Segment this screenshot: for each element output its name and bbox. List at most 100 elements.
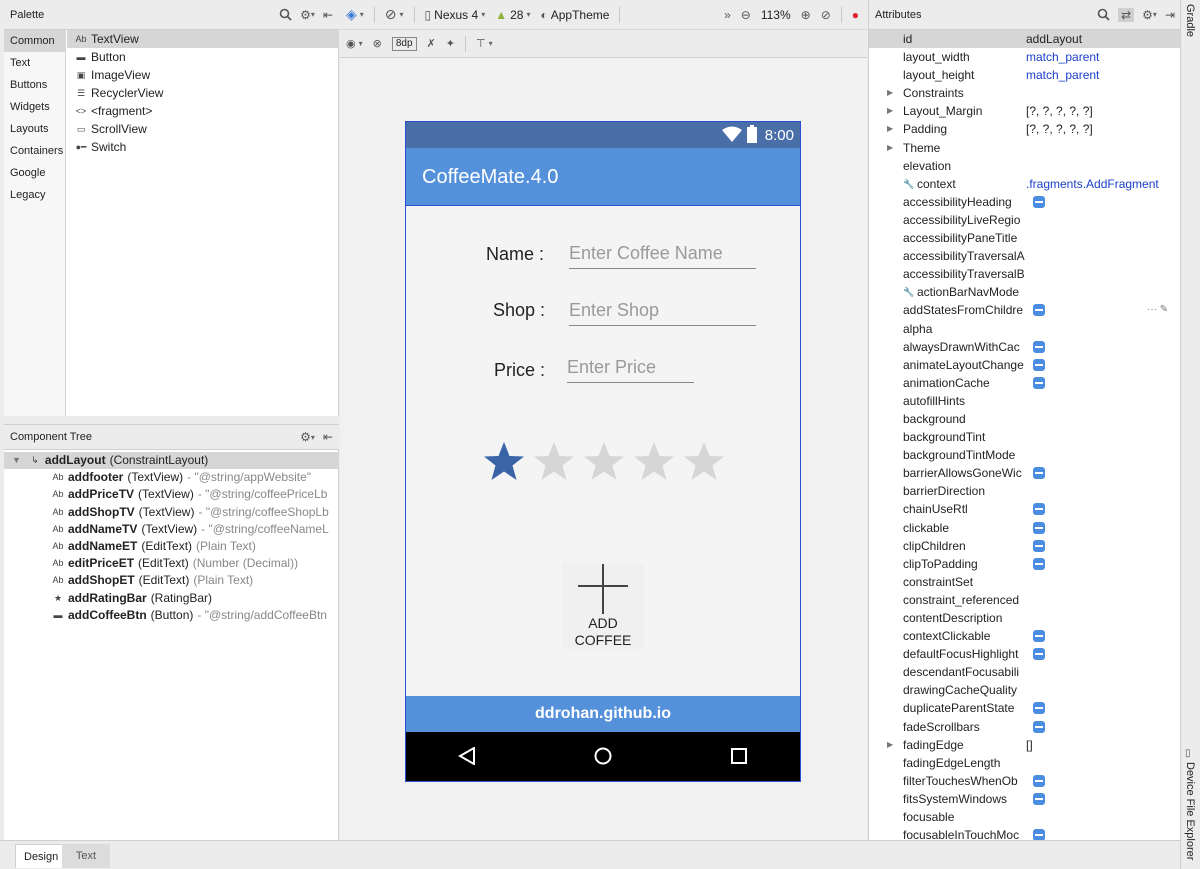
flag-toggle-icon[interactable] (1033, 503, 1045, 516)
expand-arrow-icon[interactable]: ▶ (887, 139, 893, 157)
attribute-row[interactable]: barrierAllowsGoneWic (869, 464, 1181, 482)
attribute-row[interactable]: layout_width match_parent (869, 48, 1181, 66)
attribute-value[interactable]: [] (1026, 736, 1176, 754)
flag-toggle-icon[interactable] (1033, 376, 1045, 389)
attribute-row[interactable]: clipChildren (869, 537, 1181, 555)
star-icon[interactable] (582, 440, 626, 484)
star-icon[interactable] (682, 440, 726, 484)
expand-arrow-icon[interactable]: ▶ (887, 84, 893, 102)
attribute-row[interactable]: chainUseRtl (869, 500, 1181, 518)
default-margin-button[interactable]: 8dp (391, 36, 417, 51)
swap-view-icon[interactable]: ⇄ (1118, 7, 1135, 22)
attribute-row[interactable]: ▶ Constraints (869, 84, 1181, 102)
device-file-explorer-tab[interactable]: Device File Explorer (1184, 762, 1196, 860)
attribute-value[interactable]: match_parent (1026, 66, 1176, 84)
api-dropdown[interactable]: ▲ 28 ▾ (495, 8, 530, 22)
error-icon[interactable]: ● (852, 8, 859, 22)
attribute-value[interactable]: .fragments.AddFragment (1026, 175, 1176, 193)
attribute-row[interactable]: fitsSystemWindows (869, 790, 1181, 808)
clear-constraints-icon[interactable]: ✗ (427, 37, 436, 50)
palette-item[interactable]: ☰ RecyclerView (67, 84, 339, 102)
price-input[interactable]: Enter Price (567, 357, 694, 383)
flag-toggle-icon[interactable] (1033, 648, 1045, 661)
attribute-row[interactable]: elevation (869, 157, 1181, 175)
attribute-row[interactable]: barrierDirection (869, 482, 1181, 500)
palette-item[interactable]: ▭ ScrollView (67, 120, 339, 138)
attribute-row[interactable]: ▶ fadingEdge [] (869, 736, 1181, 754)
attribute-value[interactable]: addLayout (1026, 30, 1176, 48)
attribute-value[interactable]: [?, ?, ?, ?, ?] (1026, 102, 1176, 120)
attribute-row[interactable]: 🔧 actionBarNavMode (869, 283, 1181, 301)
attribute-row[interactable]: ▶ Theme (869, 139, 1181, 157)
tree-row[interactable]: Ab addNameTV (TextView) - "@string/coffeeNa… (4, 521, 339, 538)
palette-category-common[interactable]: Common (4, 30, 65, 52)
infer-constraints-icon[interactable]: ✦ (446, 37, 455, 50)
attribute-row[interactable]: ▶ Layout_Margin [?, ?, ?, ?, ?] (869, 102, 1181, 120)
name-input[interactable]: Enter Coffee Name (569, 243, 756, 269)
zoom-in-icon[interactable]: ⊕ (801, 8, 811, 22)
flag-toggle-icon[interactable] (1033, 720, 1045, 733)
attribute-row[interactable]: ▶ Padding [?, ?, ?, ?, ?] (869, 120, 1181, 138)
attribute-row[interactable]: fadeScrollbars (869, 718, 1181, 736)
flag-toggle-icon[interactable] (1033, 304, 1045, 317)
star-icon[interactable] (532, 440, 576, 484)
gradle-tab[interactable]: Gradle (1184, 4, 1196, 37)
flag-toggle-icon[interactable] (1033, 467, 1045, 480)
attribute-row[interactable]: accessibilityLiveRegio (869, 211, 1181, 229)
rating-bar[interactable] (482, 440, 726, 484)
tree-row[interactable]: ★ addRatingBar (RatingBar) (4, 590, 339, 607)
tree-row[interactable]: Ab addShopTV (TextView) - "@string/coffeeSh… (4, 504, 339, 521)
attribute-row[interactable]: descendantFocusabili (869, 663, 1181, 681)
flag-toggle-icon[interactable] (1033, 521, 1045, 534)
attribute-row[interactable]: duplicateParentState (869, 699, 1181, 717)
search-icon[interactable] (279, 8, 292, 21)
expand-arrow-icon[interactable]: ▼ (12, 452, 21, 469)
hide-panel-icon[interactable]: ⇥ (1165, 8, 1175, 22)
attribute-row[interactable]: animateLayoutChange (869, 356, 1181, 374)
palette-category-google[interactable]: Google (4, 162, 65, 184)
tree-root-row[interactable]: ▼ ↳ addLayout (ConstraintLayout) (4, 452, 339, 470)
palette-category-layouts[interactable]: Layouts (4, 118, 65, 140)
expand-arrow-icon[interactable]: ▶ (887, 736, 893, 754)
theme-button[interactable]: ◐ AppTheme (540, 8, 609, 22)
expand-arrow-icon[interactable]: ▶ (887, 102, 893, 120)
attribute-row[interactable]: backgroundTintMode (869, 446, 1181, 464)
attribute-row[interactable]: autofillHints (869, 392, 1181, 410)
more-options-icon[interactable]: ··· ✎ (1147, 301, 1168, 319)
device-dropdown[interactable]: ▯ Nexus 4 ▾ (425, 8, 486, 22)
palette-item[interactable]: Ab TextView (67, 30, 339, 48)
attribute-row[interactable]: animationCache (869, 374, 1181, 392)
attribute-row[interactable]: defaultFocusHighlight (869, 645, 1181, 663)
attribute-row[interactable]: focusable (869, 808, 1181, 826)
autoconnect-off-icon[interactable]: ⊗ (373, 37, 382, 50)
attribute-row[interactable]: contentDescription (869, 609, 1181, 627)
orientation-dropdown[interactable]: ⊘ ▾ (385, 6, 404, 23)
attribute-row[interactable]: constraint_referenced (869, 591, 1181, 609)
shop-input[interactable]: Enter Shop (569, 300, 756, 326)
attribute-row[interactable]: filterTouchesWhenOb (869, 772, 1181, 790)
attribute-row[interactable]: drawingCacheQuality (869, 681, 1181, 699)
add-coffee-button[interactable]: ADD COFFEE (562, 563, 644, 649)
flag-toggle-icon[interactable] (1033, 702, 1045, 715)
attribute-row[interactable]: contextClickable (869, 627, 1181, 645)
flag-toggle-icon[interactable] (1033, 774, 1045, 787)
overflow-chevron-icon[interactable]: » (724, 8, 731, 22)
expand-arrow-icon[interactable]: ▶ (887, 120, 893, 138)
view-options-dropdown[interactable]: ◉ ▾ (346, 37, 363, 50)
search-icon[interactable] (1097, 8, 1110, 21)
attribute-row[interactable]: alpha (869, 320, 1181, 338)
device-preview[interactable]: 8:00 CoffeeMate.4.0 Name : Enter Coffee … (405, 121, 801, 782)
zoom-fit-icon[interactable]: ⊘ (821, 8, 831, 22)
home-icon[interactable] (594, 747, 612, 765)
palette-item[interactable]: ●━ Switch (67, 138, 339, 156)
flag-toggle-icon[interactable] (1033, 792, 1045, 805)
tree-row[interactable]: Ab addShopET (EditText) (Plain Text) (4, 572, 339, 589)
flag-toggle-icon[interactable] (1033, 557, 1045, 570)
layers-dropdown[interactable]: ◈ ▾ (346, 6, 364, 23)
tree-row[interactable]: Ab addNameET (EditText) (Plain Text) (4, 538, 339, 555)
attribute-row[interactable]: fadingEdgeLength (869, 754, 1181, 772)
palette-category-containers[interactable]: Containers (4, 140, 65, 162)
attribute-row[interactable]: backgroundTint (869, 428, 1181, 446)
back-icon[interactable] (458, 747, 476, 765)
attribute-row[interactable]: layout_height match_parent (869, 66, 1181, 84)
